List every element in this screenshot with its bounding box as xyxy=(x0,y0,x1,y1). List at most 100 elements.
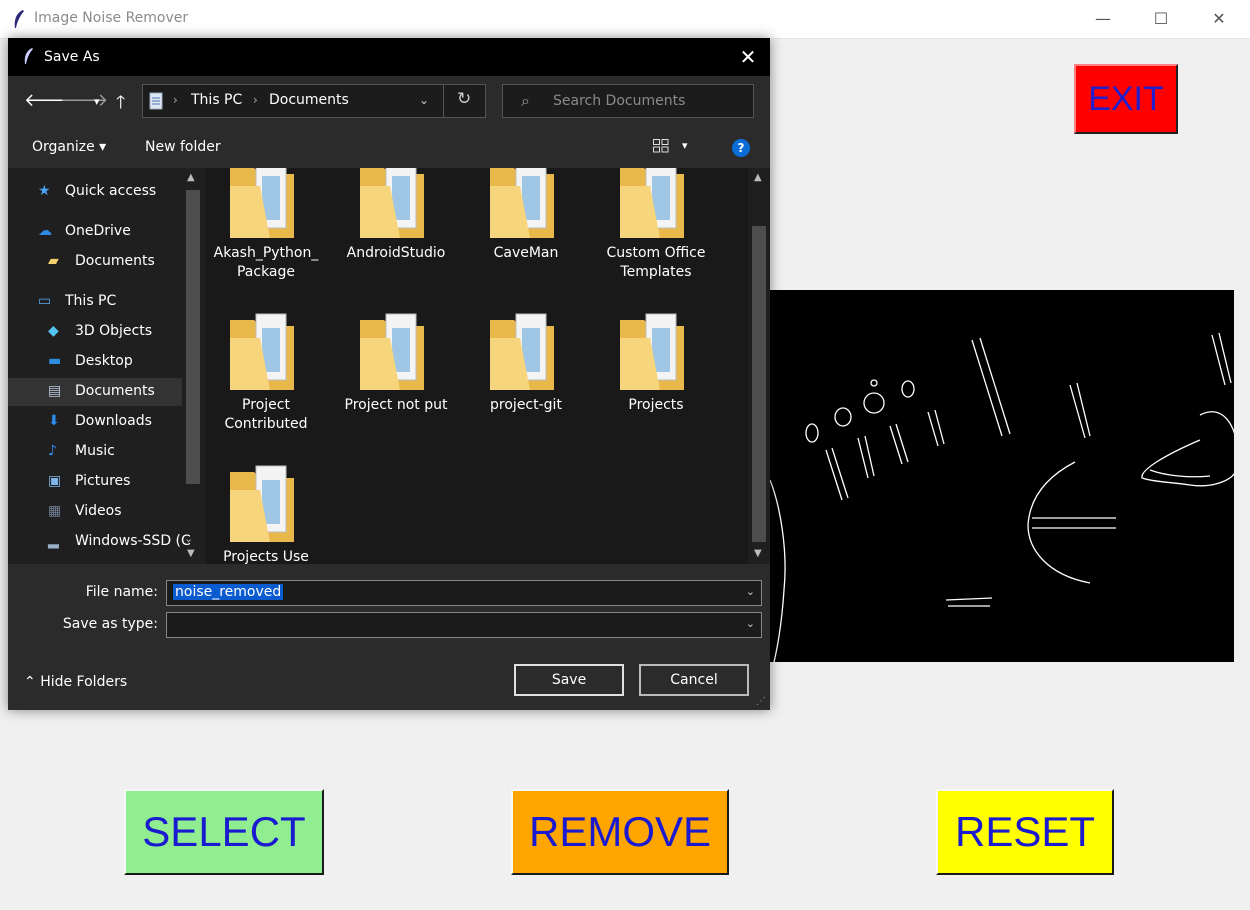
breadcrumb-documents[interactable]: Documents xyxy=(269,92,349,108)
nav-pane-scrollbar[interactable]: ▲ ▼ xyxy=(184,172,202,564)
sidebar-item-quick-access[interactable]: ★ Quick access xyxy=(8,178,182,206)
folder-icon xyxy=(360,313,424,390)
new-folder-button[interactable]: New folder xyxy=(145,139,221,155)
scroll-thumb[interactable] xyxy=(186,190,200,484)
dialog-close-button[interactable]: ✕ xyxy=(734,44,762,70)
maximize-button[interactable]: ☐ xyxy=(1132,0,1190,38)
sidebar-item-label: Music xyxy=(75,443,115,459)
cancel-button[interactable]: Cancel xyxy=(639,664,749,696)
address-dropdown-icon[interactable]: ⌄ xyxy=(419,93,429,107)
sidebar-item-videos[interactable]: ▦ Videos xyxy=(8,498,182,526)
folder-label: Projects Use xyxy=(223,549,309,564)
forward-arrow-icon[interactable]: 🡒 xyxy=(60,90,108,111)
view-dropdown-icon[interactable]: ▾ xyxy=(682,139,688,152)
sidebar-item-documents[interactable]: ▤ Documents xyxy=(8,378,182,406)
exit-button[interactable]: EXIT xyxy=(1074,64,1178,134)
save-type-label: Save as type: xyxy=(62,616,158,632)
view-options-icon[interactable] xyxy=(653,139,669,153)
close-button[interactable]: ✕ xyxy=(1190,0,1248,38)
computer-icon: ▭ xyxy=(38,293,52,309)
sidebar-item-label: This PC xyxy=(65,293,117,309)
navigation-bar: 🡐 🡒 ▾ 🡑 › This PC › Documents ⌄ ↻ ⌕ Sear… xyxy=(8,76,770,128)
save-as-dialog: Save As ✕ 🡐 🡒 ▾ 🡑 › This PC › Documents … xyxy=(8,38,770,710)
remove-button[interactable]: REMOVE xyxy=(511,789,729,875)
folder-icon xyxy=(230,313,294,390)
sidebar-item-onedrive[interactable]: ☁ OneDrive xyxy=(8,218,182,246)
pictures-icon: ▣ xyxy=(48,473,62,489)
reset-button[interactable]: RESET xyxy=(936,789,1114,875)
folder-icon xyxy=(360,168,424,238)
scroll-up-icon[interactable]: ▲ xyxy=(187,172,195,183)
app-titlebar: Image Noise Remover — ☐ ✕ xyxy=(0,0,1250,39)
folder-icon: ▰ xyxy=(48,253,59,269)
sidebar-item-desktop[interactable]: ▬ Desktop xyxy=(8,348,182,376)
save-button[interactable]: Save xyxy=(514,664,624,696)
breadcrumb-this-pc[interactable]: This PC xyxy=(191,92,242,108)
sidebar-item-label: Pictures xyxy=(75,473,131,489)
address-bar[interactable]: › This PC › Documents ⌄ ↻ xyxy=(142,84,486,118)
sidebar-item-windows-ssd-c[interactable]: ▂ Windows-SSD (C ⌄ xyxy=(8,528,193,556)
resize-grip-icon[interactable]: ⋰ xyxy=(756,696,766,707)
feather-icon xyxy=(14,10,24,28)
dialog-titlebar: Save As ✕ xyxy=(8,38,770,76)
address-divider xyxy=(443,85,444,117)
edge-detected-image xyxy=(770,332,1234,662)
sidebar-item-label: Downloads xyxy=(75,413,152,429)
folder-icon xyxy=(490,313,554,390)
chevron-down-icon[interactable]: ⌄ xyxy=(746,585,755,598)
dialog-title: Save As xyxy=(44,49,100,65)
up-arrow-icon[interactable]: 🡑 xyxy=(116,90,125,120)
hide-folders-label: Hide Folders xyxy=(40,674,128,690)
file-name-label: File name: xyxy=(85,584,158,600)
file-name-value: noise_removed xyxy=(173,584,284,600)
documents-icon: ▤ xyxy=(48,383,62,399)
folder-icon xyxy=(230,168,294,238)
search-placeholder: Search Documents xyxy=(553,93,686,109)
scroll-up-icon[interactable]: ▲ xyxy=(754,172,762,183)
help-icon[interactable]: ? xyxy=(732,139,750,157)
document-icon xyxy=(149,92,163,110)
sidebar-item-label: Windows-SSD (C xyxy=(75,533,191,549)
sidebar-item-music[interactable]: ♪ Music xyxy=(8,438,182,466)
search-box[interactable]: ⌕ Search Documents xyxy=(502,84,754,118)
folder-label: Custom Office Templates xyxy=(606,245,706,280)
file-list-scrollbar[interactable]: ▲ ▼ xyxy=(748,168,770,564)
sidebar-item-this-pc[interactable]: ▭ This PC xyxy=(8,288,182,316)
window-title: Image Noise Remover xyxy=(34,10,189,26)
recent-locations-chevron-icon[interactable]: ▾ xyxy=(94,95,100,108)
sidebar-item-downloads[interactable]: ⬇ Downloads xyxy=(8,408,182,436)
sidebar-item-label: Desktop xyxy=(75,353,133,369)
drive-icon: ▂ xyxy=(48,533,59,549)
sidebar-item-documents[interactable]: ▰ Documents xyxy=(8,248,182,276)
breadcrumb-separator-icon: › xyxy=(253,93,258,107)
breadcrumb-separator-icon: › xyxy=(173,93,178,107)
cloud-icon: ☁ xyxy=(38,223,52,239)
select-button[interactable]: SELECT xyxy=(124,789,324,875)
scroll-thumb[interactable] xyxy=(752,226,766,542)
hide-folders-toggle[interactable]: ⌃ Hide Folders xyxy=(24,674,127,690)
desktop-icon: ▬ xyxy=(48,353,62,369)
sidebar-item-label: OneDrive xyxy=(65,223,131,239)
chevron-down-icon[interactable]: ⌄ xyxy=(746,617,755,630)
minimize-button[interactable]: — xyxy=(1074,0,1132,38)
result-image xyxy=(770,290,1234,662)
save-type-select[interactable]: ⌄ xyxy=(166,612,762,638)
dialog-footer: File name: noise_removed ⌄ Save as type:… xyxy=(8,564,770,710)
folder-icon xyxy=(230,465,294,542)
file-name-input[interactable]: noise_removed ⌄ xyxy=(166,580,762,606)
sidebar-item-3d-objects[interactable]: ◆ 3D Objects xyxy=(8,318,182,346)
file-list: Akash_Python_ Package AndroidStudio CaveMa… xyxy=(206,168,748,564)
organize-menu[interactable]: Organize ▾ xyxy=(32,139,106,155)
folder-icon xyxy=(620,168,684,238)
feather-icon xyxy=(24,48,33,64)
star-icon: ★ xyxy=(38,183,51,199)
scroll-down-icon[interactable]: ▼ xyxy=(187,548,195,559)
chevron-up-icon: ⌃ xyxy=(24,674,41,690)
sidebar-item-pictures[interactable]: ▣ Pictures xyxy=(8,468,182,496)
scroll-down-icon[interactable]: ▼ xyxy=(754,548,762,559)
refresh-icon[interactable]: ↻ xyxy=(457,89,471,109)
navigation-pane: ★ Quick access ☁ OneDrive ▰ Documents ▭ This PC… xyxy=(8,168,206,564)
sidebar-item-label: Quick access xyxy=(65,183,157,199)
folder-icon xyxy=(490,168,554,238)
sidebar-item-label: 3D Objects xyxy=(75,323,153,339)
